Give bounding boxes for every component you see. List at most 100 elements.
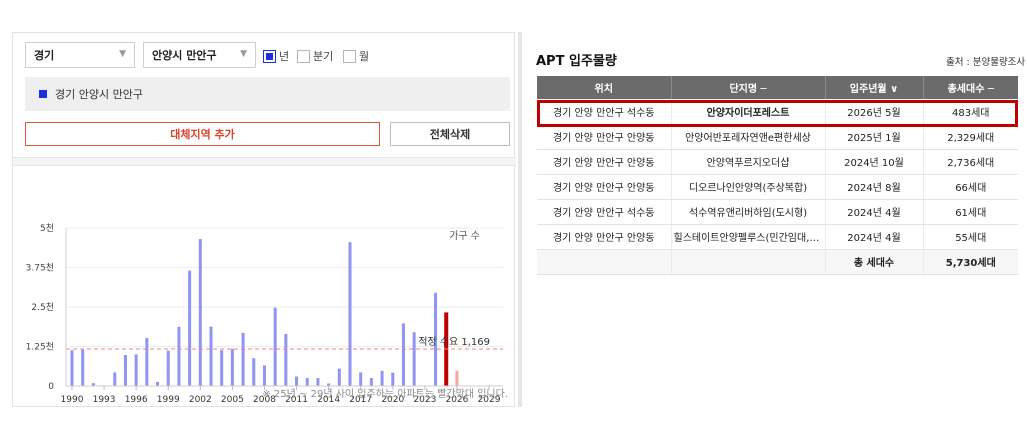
x-tick-label: 1990 bbox=[61, 395, 84, 405]
table-row[interactable]: 경기 안양 만안구 안양동 힐스테이트안양펠루스(민간임대,주… 2024년 4… bbox=[537, 224, 1018, 250]
table-row[interactable]: 경기 안양 만안구 석수동 석수역유앤리버하임(도시형) 2024년 4월 61… bbox=[537, 199, 1018, 225]
period-option-quarter-label: 분기 bbox=[313, 50, 334, 63]
cell-complex: 안양역푸르지오더샵 bbox=[671, 149, 826, 175]
cell-total-units: 61세대 bbox=[923, 199, 1018, 225]
column-header-total-units[interactable]: 총세대수 ─ bbox=[923, 76, 1018, 99]
chart-bar bbox=[380, 370, 384, 386]
cell-total-units: 66세대 bbox=[923, 174, 1018, 200]
column-header-move-in-date[interactable]: 입주년월 ∨ bbox=[825, 76, 924, 99]
y-tick-label: 0 bbox=[48, 382, 54, 392]
table-header-row: 위치 단지명 ─ 입주년월 ∨ 총세대수 ─ bbox=[537, 76, 1018, 99]
chart-bar bbox=[134, 354, 138, 386]
y-tick-label: 2.5천 bbox=[31, 302, 54, 313]
x-tick-label: 1993 bbox=[93, 395, 116, 405]
period-option-year[interactable]: 년 bbox=[263, 48, 289, 64]
period-option-month-label: 월 bbox=[359, 50, 370, 63]
cell-move-in-date: 2024년 4월 bbox=[825, 224, 924, 250]
cell-move-in-date: 2025년 1월 bbox=[825, 124, 924, 150]
chart-bar bbox=[145, 337, 149, 386]
cell-complex: 안양어반포레자연앤e편한세상 bbox=[671, 124, 826, 150]
period-option-quarter[interactable]: 분기 bbox=[297, 48, 333, 64]
add-region-button[interactable]: 대체지역 추가 bbox=[25, 122, 380, 146]
cell-move-in-date: 2024년 8월 bbox=[825, 174, 924, 200]
chart-bar bbox=[123, 355, 127, 386]
chart-bar bbox=[412, 332, 416, 386]
cell-move-in-date: 2024년 4월 bbox=[825, 199, 924, 225]
delete-all-button[interactable]: 전체삭제 bbox=[390, 122, 510, 146]
y-tick-label: 1.25천 bbox=[26, 342, 54, 353]
apt-supply-title: APT 입주물량 bbox=[536, 54, 617, 69]
column-header-location[interactable]: 위치 bbox=[537, 76, 672, 99]
chart-svg: 0 1.25천 2.5천 3.75천 5천 1990 1993 1996 1999 2002 200… bbox=[26, 223, 503, 405]
cell-location: 경기 안양 만안구 석수동 bbox=[537, 99, 672, 125]
table-row[interactable]: 경기 안양 만안구 안양동 안양어반포레자연앤e편한세상 2025년 1월 2,… bbox=[537, 124, 1018, 150]
x-tick-label: 1996 bbox=[125, 395, 148, 405]
cell-location: 경기 안양 만안구 안양동 bbox=[537, 174, 672, 200]
chevron-down-icon: ▼ bbox=[240, 49, 247, 59]
panel-divider bbox=[518, 32, 522, 407]
y-tick-label: 3.75천 bbox=[26, 263, 54, 274]
province-select[interactable]: 경기 ▼ bbox=[25, 42, 135, 68]
chart-bar bbox=[230, 348, 234, 386]
section-divider bbox=[13, 157, 516, 166]
supply-chart: 0 1.25천 2.5천 3.75천 5천 1990 1993 1996 1999 2002 200… bbox=[13, 166, 516, 408]
apt-supply-table: 위치 단지명 ─ 입주년월 ∨ 총세대수 ─ 경기 안양 만안구 석수동 안양자… bbox=[537, 76, 1018, 275]
x-tick-label: 2005 bbox=[221, 395, 244, 405]
district-select-value: 안양시 만안구 bbox=[152, 49, 217, 62]
chart-bar bbox=[252, 358, 256, 386]
total-value: 5,730세대 bbox=[923, 249, 1018, 275]
chart-bar bbox=[220, 350, 224, 386]
total-label: 총 세대수 bbox=[825, 249, 924, 275]
chart-bar bbox=[455, 370, 459, 386]
table-total-row: 총 세대수 5,730세대 bbox=[537, 249, 1018, 275]
chart-bar bbox=[113, 372, 117, 386]
cell-total-units: 483세대 bbox=[923, 99, 1018, 125]
chart-bar bbox=[359, 372, 363, 386]
chart-bar bbox=[273, 307, 277, 386]
chart-bar bbox=[81, 349, 85, 386]
chart-bar bbox=[166, 350, 170, 386]
checkbox-year[interactable] bbox=[263, 49, 276, 63]
cell-total-units: 2,329세대 bbox=[923, 124, 1018, 150]
period-option-month[interactable]: 월 bbox=[343, 48, 369, 64]
x-tick-label: 1999 bbox=[157, 395, 180, 405]
cell-location: 경기 안양 만안구 안양동 bbox=[537, 124, 672, 150]
region-color-marker bbox=[39, 90, 47, 98]
cell-total-units: 55세대 bbox=[923, 224, 1018, 250]
chart-bar bbox=[391, 372, 395, 386]
chart-bar bbox=[262, 365, 266, 386]
table-row[interactable]: 경기 안양 만안구 석수동 안양자이더포레스트 2026년 5월 483세대 bbox=[537, 99, 1018, 125]
chart-bar bbox=[188, 270, 192, 386]
checkbox-month[interactable] bbox=[343, 49, 356, 63]
chevron-down-icon: ▼ bbox=[119, 49, 126, 59]
column-header-complex[interactable]: 단지명 ─ bbox=[671, 76, 826, 99]
chart-bar bbox=[70, 350, 74, 386]
table-row[interactable]: 경기 안양 만안구 안양동 안양역푸르지오더샵 2024년 10월 2,736세… bbox=[537, 149, 1018, 175]
selected-region-label: 경기 안양시 만안구 bbox=[55, 88, 143, 101]
district-select[interactable]: 안양시 만안구 ▼ bbox=[143, 42, 256, 68]
cell-move-in-date: 2024년 10월 bbox=[825, 149, 924, 175]
chart-bar bbox=[401, 323, 405, 386]
chart-bar bbox=[337, 368, 341, 386]
cell-complex: 안양자이더포레스트 bbox=[671, 99, 826, 125]
cell-complex: 힐스테이트안양펠루스(민간임대,주… bbox=[671, 224, 826, 250]
y-axis-title: 가구 수 bbox=[449, 230, 480, 242]
chart-note: ※ 25년 ~ 29년 사이 입주하는 아파트는 빨간막대 입니다. bbox=[262, 389, 508, 400]
y-tick-label: 5천 bbox=[40, 223, 54, 234]
left-panel: 경기 ▼ 안양시 만안구 ▼ 년 분기 월 경기 안양시 만안구 대체지역 추가… bbox=[12, 32, 516, 408]
cell-location: 경기 안양 만안구 석수동 bbox=[537, 199, 672, 225]
chart-bar bbox=[198, 239, 202, 386]
data-source: 출처 : 분양물량조사 bbox=[946, 57, 1026, 68]
reference-line-label: 적정 수요 1,169 bbox=[418, 336, 490, 348]
chart-bar bbox=[209, 326, 213, 386]
chart-bar bbox=[156, 381, 160, 386]
cell-empty bbox=[537, 249, 672, 275]
chart-bar bbox=[177, 326, 181, 386]
cell-complex: 디오르나인안양역(주상복합) bbox=[671, 174, 826, 200]
table-row[interactable]: 경기 안양 만안구 안양동 디오르나인안양역(주상복합) 2024년 8월 66… bbox=[537, 174, 1018, 200]
selected-region: 경기 안양시 만안구 bbox=[25, 77, 510, 111]
checkbox-quarter[interactable] bbox=[297, 49, 310, 63]
cell-total-units: 2,736세대 bbox=[923, 149, 1018, 175]
cell-location: 경기 안양 만안구 안양동 bbox=[537, 149, 672, 175]
province-select-value: 경기 bbox=[34, 49, 55, 62]
